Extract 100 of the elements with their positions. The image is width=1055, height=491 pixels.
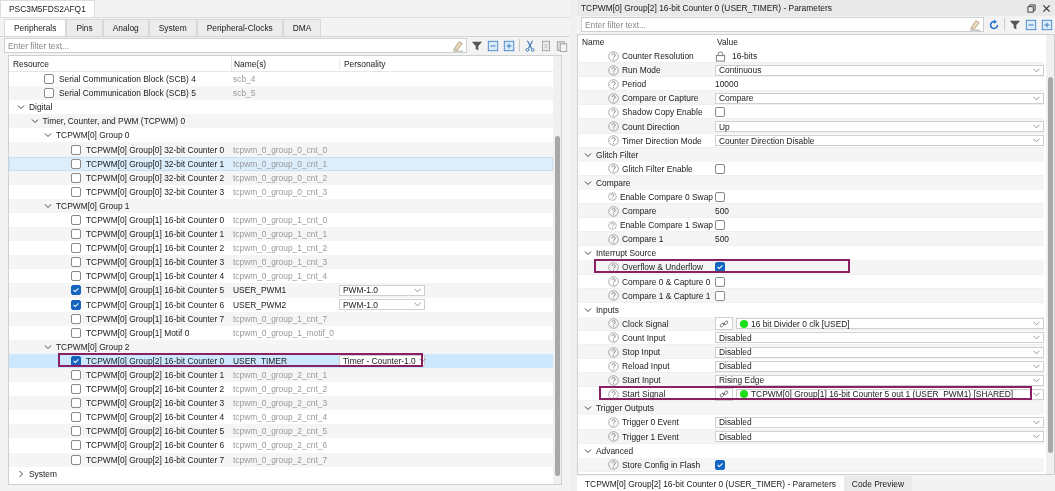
help-icon[interactable] bbox=[608, 261, 619, 273]
tree-row[interactable]: TCPWM[0] Group[1] 16-bit Counter 0 tcpwm_0_group_1_cnt_0 bbox=[9, 212, 553, 228]
tree-row[interactable]: TCPWM[0] Group[2] 16-bit Counter 3 tcpwm_0_group_2_cnt_3 bbox=[9, 396, 553, 411]
chevron-icon[interactable] bbox=[17, 469, 25, 478]
tree-row[interactable]: TCPWM[0] Group[2] 16-bit Counter 6 tcpwm_0_group_2_cnt_6 bbox=[9, 438, 553, 453]
category-row[interactable]: Interrupt Source bbox=[578, 246, 1044, 261]
chevron-icon[interactable] bbox=[584, 249, 592, 258]
tree-row[interactable]: TCPWM[0] Group[1] Motif 0 tcpwm_0_group_1_motif_0 bbox=[9, 325, 553, 340]
category-row[interactable]: Inputs bbox=[578, 302, 1044, 317]
eraser-icon[interactable] bbox=[452, 40, 464, 52]
tree-row[interactable]: TCPWM[0] Group[2] 16-bit Counter 4 tcpwm_0_group_2_cnt_4 bbox=[9, 410, 553, 425]
tree-row[interactable]: TCPWM[0] Group[0] 32-bit Counter 0 tcpwm_0_group_0_cnt_0 bbox=[9, 142, 553, 157]
value-dropdown[interactable]: Disabled bbox=[715, 360, 1044, 372]
tree-row[interactable]: TCPWM[0] Group[1] 16-bit Counter 2 tcpwm_0_group_1_cnt_2 bbox=[9, 241, 553, 256]
checkbox[interactable] bbox=[71, 257, 81, 268]
signal-dropdown[interactable]: TCPWM[0] Group[1] 16-bit Counter 5 out 1 (USER_PWM1) [SHARED] bbox=[736, 388, 1044, 400]
checkbox[interactable] bbox=[44, 74, 54, 85]
tab[interactable]: Analog bbox=[102, 19, 149, 36]
checkbox[interactable] bbox=[71, 384, 81, 395]
checkbox[interactable] bbox=[71, 144, 81, 155]
expand-all-icon[interactable] bbox=[1041, 18, 1053, 31]
value-dropdown[interactable]: Disabled bbox=[715, 346, 1044, 358]
checkbox[interactable] bbox=[71, 454, 81, 465]
tree-row[interactable]: TCPWM[0] Group[1] 16-bit Counter 5 USER_PWM1 PWM-1.0 bbox=[9, 283, 553, 298]
checkbox[interactable] bbox=[71, 412, 81, 423]
chevron-icon[interactable] bbox=[584, 446, 592, 455]
tree-row[interactable]: Serial Communication Block (SCB) 4 scb_4 bbox=[9, 72, 553, 87]
filter-field[interactable]: Enter filter text... bbox=[581, 17, 984, 32]
checkbox[interactable] bbox=[715, 262, 725, 273]
restore-icon[interactable] bbox=[1027, 3, 1036, 13]
filter-icon[interactable] bbox=[471, 39, 483, 52]
value-dropdown[interactable]: Disabled bbox=[715, 332, 1044, 344]
scrollbar[interactable] bbox=[1046, 35, 1054, 474]
checkbox[interactable] bbox=[71, 186, 81, 197]
tree-row[interactable]: Serial Communication Block (SCB) 5 scb_5 bbox=[9, 86, 553, 101]
tab[interactable]: Peripherals bbox=[4, 19, 67, 36]
tab[interactable]: System bbox=[148, 19, 197, 36]
scrollbar[interactable] bbox=[553, 56, 561, 484]
chevron-icon[interactable] bbox=[17, 103, 25, 112]
checkbox[interactable] bbox=[71, 370, 81, 380]
checkbox[interactable] bbox=[71, 215, 81, 225]
checkbox[interactable] bbox=[71, 355, 81, 366]
chevron-icon[interactable] bbox=[584, 305, 592, 314]
chevron-icon[interactable] bbox=[584, 178, 592, 187]
chevron-icon[interactable] bbox=[584, 404, 592, 413]
eraser-icon[interactable] bbox=[969, 19, 981, 31]
tree-row[interactable]: TCPWM[0] Group[0] 32-bit Counter 3 tcpwm_0_group_0_cnt_3 bbox=[9, 184, 553, 199]
value-dropdown[interactable]: Rising Edge bbox=[715, 374, 1044, 386]
tab[interactable]: Code Preview bbox=[843, 476, 912, 491]
tree-row[interactable]: TCPWM[0] Group[1] 16-bit Counter 1 tcpwm_0_group_1_cnt_1 bbox=[9, 227, 553, 242]
tree-row[interactable]: TCPWM[0] Group[2] 16-bit Counter 0 USER_TIMER Timer - Counter-1.0 bbox=[9, 353, 553, 368]
paste-icon[interactable] bbox=[556, 39, 568, 52]
checkbox[interactable] bbox=[71, 398, 81, 409]
help-icon[interactable] bbox=[608, 388, 619, 400]
tree-row[interactable]: System bbox=[9, 466, 553, 481]
checkbox[interactable] bbox=[715, 107, 725, 118]
checkbox[interactable] bbox=[71, 243, 81, 254]
checkbox[interactable] bbox=[715, 459, 725, 470]
checkbox[interactable] bbox=[715, 163, 725, 174]
personality-dropdown[interactable]: Timer - Counter-1.0 bbox=[339, 355, 425, 367]
personality-dropdown[interactable]: PWM-1.0 bbox=[339, 299, 425, 311]
tree-row[interactable]: TCPWM[0] Group 2 bbox=[9, 339, 553, 354]
tree-row[interactable]: TCPWM[0] Group[1] 16-bit Counter 7 tcpwm_0_group_1_cnt_7 bbox=[9, 311, 553, 326]
checkbox[interactable] bbox=[44, 88, 54, 99]
tree-row[interactable]: TCPWM[0] Group 1 bbox=[9, 198, 553, 213]
value-dropdown[interactable]: Continuous bbox=[715, 64, 1044, 76]
refresh-icon[interactable] bbox=[988, 18, 1000, 31]
checkbox[interactable] bbox=[71, 426, 81, 437]
personality-dropdown[interactable]: PWM-1.0 bbox=[339, 284, 425, 296]
tree-row[interactable]: TCPWM[0] Group[2] 16-bit Counter 5 tcpwm_0_group_2_cnt_5 bbox=[9, 424, 553, 439]
checkbox[interactable] bbox=[71, 313, 81, 324]
checkbox[interactable] bbox=[715, 290, 725, 301]
value-dropdown[interactable]: Disabled bbox=[715, 417, 1044, 428]
tree-row[interactable]: TCPWM[0] Group[1] 16-bit Counter 3 tcpwm_0_group_1_cnt_3 bbox=[9, 255, 553, 270]
value-dropdown[interactable]: Up bbox=[715, 121, 1044, 132]
chevron-icon[interactable] bbox=[44, 342, 52, 351]
value-dropdown[interactable]: Disabled bbox=[715, 431, 1044, 443]
signal-dropdown[interactable]: 16 bit Divider 0 clk [USED] bbox=[736, 318, 1044, 330]
chevron-icon[interactable] bbox=[44, 131, 52, 140]
chevron-icon[interactable] bbox=[44, 201, 52, 210]
filter-icon[interactable] bbox=[1009, 18, 1021, 31]
collapse-all-icon[interactable] bbox=[487, 39, 499, 52]
copy-icon[interactable] bbox=[540, 39, 552, 52]
link-button[interactable] bbox=[715, 317, 733, 331]
checkbox[interactable] bbox=[71, 285, 81, 296]
checkbox[interactable] bbox=[71, 229, 81, 240]
tree-row[interactable]: Digital bbox=[9, 100, 553, 115]
tree-row[interactable]: TCPWM[0] Group[1] 16-bit Counter 6 USER_PWM2 PWM-1.0 bbox=[9, 297, 553, 312]
checkbox[interactable] bbox=[715, 192, 725, 202]
tree-row[interactable]: TCPWM[0] Group[1] 16-bit Counter 4 tcpwm_0_group_1_cnt_4 bbox=[9, 269, 553, 284]
tab[interactable]: Peripheral-Clocks bbox=[196, 19, 283, 36]
checkbox[interactable] bbox=[71, 271, 81, 282]
category-row[interactable]: Advanced bbox=[578, 443, 1044, 458]
category-row[interactable]: Trigger Outputs bbox=[578, 401, 1044, 416]
checkbox[interactable] bbox=[71, 327, 81, 338]
collapse-all-icon[interactable] bbox=[1025, 18, 1037, 31]
tab[interactable]: DMA bbox=[282, 19, 322, 36]
filter-field[interactable]: Enter filter text... bbox=[4, 38, 467, 53]
close-icon[interactable] bbox=[1042, 3, 1051, 13]
scissors-icon[interactable] bbox=[524, 39, 536, 52]
